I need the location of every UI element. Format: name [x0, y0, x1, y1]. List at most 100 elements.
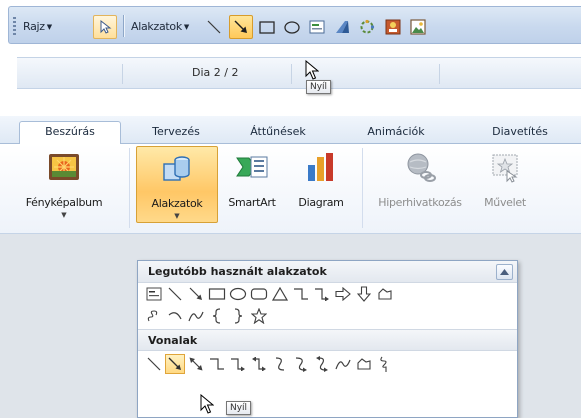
tab-animations[interactable]: Animációk: [356, 122, 436, 144]
select-objects-button[interactable]: [93, 15, 117, 39]
triangle-icon: [272, 287, 288, 301]
chart-button[interactable]: Diagram: [288, 150, 354, 209]
drawing-toolbar: Rajz ▼ Alakzatok ▼: [8, 6, 581, 44]
shapes-button[interactable]: Alakzatok ▼: [136, 146, 218, 223]
status-divider: [291, 64, 292, 84]
textbox-icon: [309, 20, 325, 34]
recent-shapes-row: [138, 283, 517, 305]
drawing-toolbar-panel: Rajz ▼ Alakzatok ▼ Dia 2 / 2 Nyíl: [0, 0, 581, 98]
status-bar: Dia 2 / 2: [17, 57, 581, 89]
freeform-icon: [357, 358, 371, 370]
recent-shapes-title: Legutóbb használt alakzatok: [148, 265, 327, 278]
rectangle-icon: [259, 21, 275, 34]
right-arrow-icon: [335, 287, 351, 301]
shape-curved-double-arrow-connector[interactable]: [312, 354, 332, 374]
arrow-tool-button[interactable]: [229, 15, 253, 39]
shape-line[interactable]: [165, 284, 185, 304]
diagram-icon: [360, 19, 375, 34]
chevron-down-icon: ▼: [174, 212, 180, 220]
shape-triangle[interactable]: [270, 284, 290, 304]
shape-elbow-connector[interactable]: [291, 284, 311, 304]
wordart-tool-button[interactable]: [330, 15, 354, 39]
clipart-icon: [385, 19, 401, 35]
shape-rounded-rectangle[interactable]: [249, 284, 269, 304]
chart-label: Diagram: [298, 196, 344, 209]
curved-arrow-connector-icon: [295, 357, 307, 372]
shape-scribble[interactable]: [375, 354, 395, 374]
picture-tool-button[interactable]: [406, 15, 430, 39]
oval-tool-button[interactable]: [280, 15, 304, 39]
chevron-down-icon: ▼: [61, 211, 67, 219]
left-brace-icon: [212, 308, 221, 324]
shapes-gallery: Legutóbb használt alakzatok Vonalak: [137, 260, 518, 418]
shape-freeform[interactable]: [375, 284, 395, 304]
draw-menu-button[interactable]: Rajz ▼: [23, 17, 52, 37]
shape-oval[interactable]: [228, 284, 248, 304]
tab-slideshow[interactable]: Diavetítés: [474, 122, 566, 144]
rectangle-tool-button[interactable]: [255, 15, 279, 39]
chevron-up-icon: [500, 269, 509, 275]
smartart-button[interactable]: SmartArt: [221, 150, 283, 209]
shape-double-arrow[interactable]: [186, 354, 206, 374]
chart-icon: [308, 153, 333, 181]
line-icon: [168, 287, 182, 301]
toolbar-separator: [123, 15, 124, 37]
shape-arrow[interactable]: [186, 284, 206, 304]
line-icon: [147, 357, 161, 371]
action-icon: [492, 154, 518, 183]
freeform-icon: [378, 288, 392, 300]
chevron-down-icon: ▼: [46, 23, 52, 31]
action-label: Művelet: [484, 196, 526, 209]
arrow-icon: [189, 287, 202, 300]
mouse-cursor-icon: [305, 60, 319, 80]
shape-elbow-arrow-connector[interactable]: [312, 284, 332, 304]
scribble-icon: [380, 356, 387, 372]
tab-transitions[interactable]: Áttűnések: [238, 122, 318, 144]
shape-textbox[interactable]: [144, 284, 164, 304]
shape-scribble[interactable]: [144, 306, 164, 326]
clipart-tool-button[interactable]: [381, 15, 405, 39]
diagram-tool-button[interactable]: [355, 15, 379, 39]
shape-arrow-hovered[interactable]: [165, 354, 185, 374]
lines-section-title: Vonalak: [148, 334, 198, 347]
shapes-label: Alakzatok: [151, 197, 203, 210]
shape-curve[interactable]: [333, 354, 353, 374]
tab-design[interactable]: Tervezés: [140, 122, 212, 144]
textbox-icon: [146, 287, 162, 301]
curved-connector-icon: [275, 357, 285, 371]
shape-curved-connector[interactable]: [270, 354, 290, 374]
shape-elbow-double-arrow-connector[interactable]: [249, 354, 269, 374]
gallery-section-header: Legutóbb használt alakzatok: [138, 261, 517, 283]
shape-line[interactable]: [144, 354, 164, 374]
shape-elbow-connector[interactable]: [207, 354, 227, 374]
ribbon-group-separator: [129, 148, 130, 228]
line-icon: [207, 20, 221, 34]
shape-rectangle[interactable]: [207, 284, 227, 304]
ribbon-content: Fényképalbum ▼ Alakzatok ▼ SmartArt Diag…: [0, 144, 581, 234]
shape-right-arrow[interactable]: [333, 284, 353, 304]
wordart-icon: [336, 21, 349, 33]
shape-elbow-arrow-connector[interactable]: [228, 354, 248, 374]
shape-arc[interactable]: [165, 306, 185, 326]
gallery-scroll-up-button[interactable]: [496, 264, 513, 280]
tab-insert[interactable]: Beszúrás: [19, 121, 121, 145]
arrow-icon: [234, 20, 247, 33]
shape-freeform[interactable]: [354, 354, 374, 374]
gallery-tooltip: Nyíl: [226, 401, 252, 415]
hyperlink-button: Hiperhivatkozás: [368, 150, 472, 209]
shape-right-brace[interactable]: [228, 306, 248, 326]
shape-left-brace[interactable]: [207, 306, 227, 326]
rounded-rectangle-icon: [250, 288, 268, 300]
shape-star[interactable]: [249, 306, 269, 326]
shape-down-arrow[interactable]: [354, 284, 374, 304]
photo-album-label: Fényképalbum: [25, 196, 103, 209]
picture-icon: [410, 19, 426, 35]
elbow-connector-icon: [294, 288, 308, 300]
toolbar-grip[interactable]: [13, 17, 16, 35]
photo-album-button[interactable]: Fényképalbum ▼: [2, 150, 126, 219]
shapes-menu-button[interactable]: Alakzatok ▼: [131, 17, 189, 37]
line-tool-button[interactable]: [202, 15, 226, 39]
shape-curved-arrow-connector[interactable]: [291, 354, 311, 374]
shape-curve[interactable]: [186, 306, 206, 326]
textbox-tool-button[interactable]: [305, 15, 329, 39]
